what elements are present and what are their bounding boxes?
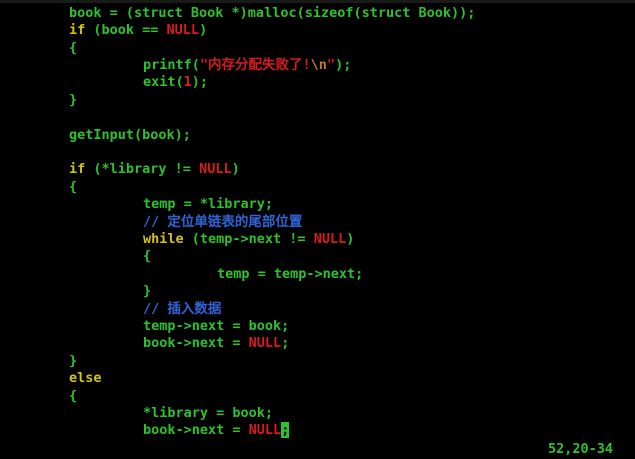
code-token: // 定位单链表的尾部位置	[143, 214, 303, 230]
code-line-1: book = (struct Book *)malloc(sizeof(stru…	[69, 5, 475, 22]
code-token: book = (struct Book *)malloc(	[69, 5, 305, 21]
code-token: exit(	[143, 74, 184, 90]
code-token: }	[143, 283, 152, 299]
code-token: );	[191, 74, 209, 90]
code-token: printf(	[143, 57, 200, 73]
code-line-8: getInput(book);	[69, 127, 191, 144]
code-token: \n	[310, 57, 327, 73]
code-line-12: temp = *library;	[143, 196, 273, 213]
code-token: book->next =	[143, 335, 249, 351]
code-token: (struct Book));	[353, 5, 476, 21]
code-token: {	[143, 248, 152, 264]
code-line-15: {	[143, 248, 151, 265]
code-line-6: }	[69, 92, 77, 109]
code-line-13: // 定位单链表的尾部位置	[143, 214, 302, 231]
code-token: if	[69, 161, 86, 177]
code-line-11: {	[69, 179, 77, 196]
code-line-18: // 插入数据	[143, 301, 221, 318]
code-token: )	[231, 161, 240, 177]
code-token: }	[69, 353, 78, 369]
code-token: 1	[183, 74, 192, 90]
code-token: );	[335, 57, 352, 73]
code-line-16: temp = temp->next;	[217, 266, 363, 283]
code-token: getInput(book);	[69, 127, 191, 143]
code-line-17: }	[143, 283, 151, 300]
code-line-19: temp->next = book;	[143, 318, 289, 335]
code-line-14: while (temp->next != NULL)	[143, 231, 354, 248]
code-line-4: printf("内存分配失败了!\n");	[143, 57, 351, 74]
code-token: NULL	[166, 22, 200, 38]
window-top-strip	[0, 0, 635, 3]
code-token: "	[326, 57, 336, 73]
code-token: (book ==	[85, 22, 167, 38]
code-token: NULL	[199, 161, 232, 177]
code-line-25: book->next = NULL;	[143, 422, 290, 439]
code-token: (*library !=	[85, 161, 200, 177]
code-line-20: book->next = NULL;	[143, 335, 289, 352]
code-line-23: {	[69, 388, 77, 405]
code-token: while	[143, 231, 184, 247]
code-token: "内存分配失败了!	[199, 57, 311, 73]
code-line-3: {	[69, 40, 77, 57]
code-line-2: if (book == NULL)	[69, 22, 207, 39]
code-line-5: exit(1);	[143, 74, 208, 91]
code-line-10: if (*library != NULL)	[69, 161, 240, 178]
code-line-21: }	[69, 353, 77, 370]
code-token: NULL	[248, 422, 282, 438]
code-line-22: else	[69, 370, 102, 387]
code-token: sizeof	[304, 5, 354, 21]
code-token: )	[199, 22, 208, 38]
code-token: NULL	[248, 335, 282, 351]
code-token: else	[69, 370, 102, 386]
code-token: NULL	[313, 231, 347, 247]
code-token: // 插入数据	[143, 301, 222, 317]
code-token: *library = book;	[143, 405, 274, 421]
text-cursor: ;	[281, 422, 290, 438]
code-token: temp = *library;	[143, 196, 274, 212]
code-token: {	[69, 40, 78, 56]
code-token: {	[69, 388, 78, 404]
code-token: temp = temp->next;	[217, 266, 364, 282]
cursor-position-ruler: 52,20-34	[547, 441, 613, 457]
code-token: }	[69, 92, 78, 108]
code-token: {	[69, 179, 78, 195]
vim-editor[interactable]: book = (struct Book *)malloc(sizeof(stru…	[0, 0, 635, 459]
code-token: book->next =	[143, 422, 249, 438]
code-line-24: *library = book;	[143, 405, 273, 422]
code-token: (temp->next !=	[183, 231, 314, 247]
code-token: ;	[281, 335, 290, 351]
code-token: temp->next = book;	[143, 318, 290, 334]
code-token: )	[346, 231, 355, 247]
code-token: if	[69, 22, 86, 38]
